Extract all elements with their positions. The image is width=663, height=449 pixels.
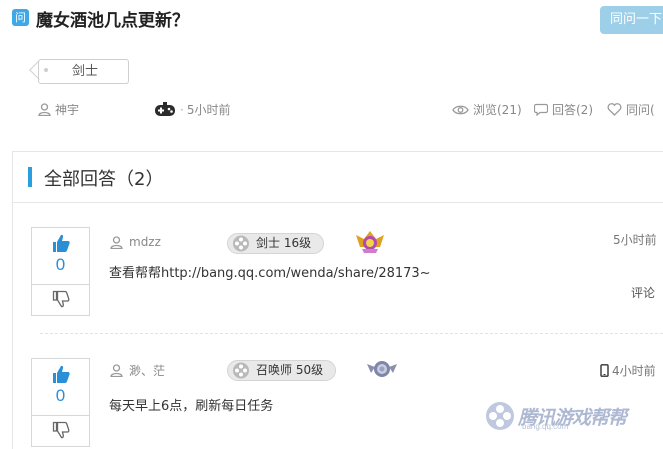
like-button[interactable]: 0 (32, 359, 89, 415)
views-count: 浏览(21) (452, 101, 522, 118)
section-title: 全部回答（2） (44, 169, 164, 190)
question-tag[interactable]: 剑士 (38, 59, 129, 84)
answer-author[interactable]: 渺、茫 (110, 362, 165, 379)
gamepad-icon (233, 362, 249, 379)
answers-count[interactable]: 回答(2) (534, 101, 593, 118)
dislike-button[interactable] (52, 421, 70, 444)
author-name: 神宇 (55, 103, 80, 117)
user-icon (110, 364, 123, 377)
question-icon: 问 (12, 9, 29, 26)
vote-box: 0 (31, 358, 90, 447)
comment-link[interactable]: 评论 (631, 284, 655, 301)
thumbs-down-icon (52, 421, 70, 439)
user-icon (110, 235, 123, 249)
answer-content: 每天早上6点，刷新每日任务 (109, 399, 274, 414)
gamepad-icon (155, 102, 175, 116)
watermark-logo-icon (486, 402, 514, 430)
vote-separator (32, 284, 89, 285)
dislike-button[interactable] (52, 290, 70, 313)
answer-divider (40, 333, 663, 334)
rank-badge-icon (367, 361, 397, 377)
gamepad-icon (233, 235, 249, 252)
answer-time-text: 5小时前 (613, 233, 657, 247)
vote-box: 0 (31, 227, 90, 316)
vote-separator (32, 415, 89, 416)
section-divider (13, 202, 663, 203)
level-badge: 召唤师 50级 (227, 360, 337, 381)
answer-username: 渺、茫 (129, 364, 166, 378)
watermark-url: bang.qq.com (522, 422, 569, 431)
tag-hole (44, 68, 48, 72)
time-text: 5小时前 (186, 103, 231, 117)
like-count: 0 (55, 255, 66, 274)
thumbs-down-icon (52, 290, 70, 308)
answer-username: mdzz (129, 235, 161, 249)
level-text: 剑士 16级 (256, 236, 312, 250)
section-accent-bar (28, 167, 32, 187)
heart-icon (607, 103, 622, 116)
views-text: 浏览(21) (473, 103, 522, 117)
question-author[interactable]: 神宇 (38, 101, 79, 118)
user-icon (38, 103, 51, 116)
thumbs-up-icon (53, 365, 70, 383)
same-ask-count[interactable]: 同问( (607, 101, 655, 118)
answer-content: 查看帮帮http://bang.qq.com/wenda/share/28173… (109, 266, 431, 281)
eye-icon (452, 105, 469, 114)
answer-time-text: 4小时前 (612, 364, 656, 378)
same-question-button[interactable]: 同问一下 (600, 6, 663, 34)
answers-text: 回答(2) (552, 103, 593, 117)
answer-time: 5小时前 (613, 231, 657, 248)
like-count: 0 (55, 386, 66, 405)
question-title: 魔女酒池几点更新？ (36, 11, 189, 31)
same-ask-text: 同问( (626, 103, 655, 117)
level-badge: 剑士 16级 (227, 233, 325, 254)
section-border-left (12, 151, 13, 449)
mobile-phone-icon (600, 364, 609, 377)
section-border-top (12, 151, 663, 152)
level-text: 召唤师 50级 (256, 363, 324, 377)
rank-badge-icon (356, 231, 384, 253)
watermark: 腾讯游戏帮帮 bang.qq.com (482, 400, 627, 432)
answer-author[interactable]: mdzz (110, 235, 161, 249)
comment-icon (534, 103, 548, 116)
question-time: · 5小时前 (154, 101, 230, 118)
answer-time: 4小时前 (600, 362, 656, 379)
like-button[interactable]: 0 (32, 228, 89, 284)
thumbs-up-icon (53, 234, 70, 252)
